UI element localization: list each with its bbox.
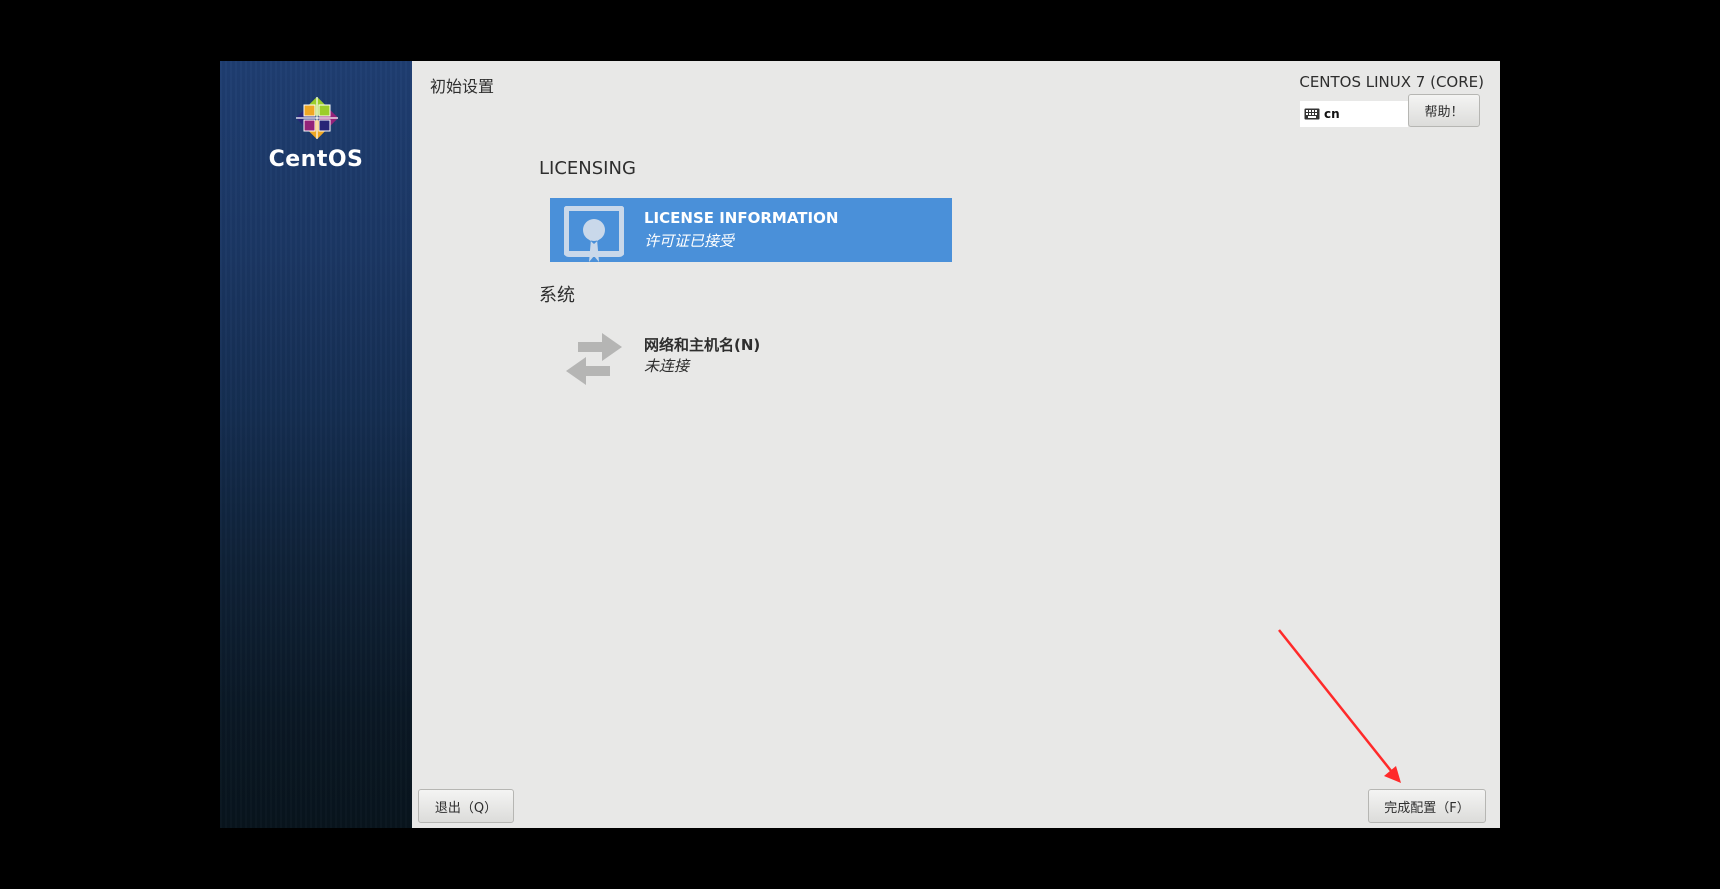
keyboard-icon — [1304, 108, 1320, 120]
finish-button-label: 完成配置（F） — [1384, 800, 1470, 816]
keyboard-layout-indicator[interactable]: cn — [1300, 101, 1408, 127]
finish-configuration-button[interactable]: 完成配置（F） — [1368, 789, 1486, 823]
spoke-title: LICENSE INFORMATION — [644, 209, 839, 227]
quit-button[interactable]: 退出（Q） — [418, 789, 514, 823]
distro-label: CENTOS LINUX 7 (CORE) — [1299, 73, 1484, 91]
keyboard-layout-label: cn — [1324, 107, 1340, 121]
help-button[interactable]: 帮助！ — [1408, 94, 1480, 127]
section-heading-system: 系统 — [539, 285, 575, 306]
spoke-license-information[interactable]: LICENSE INFORMATION 许可证已接受 — [550, 198, 952, 262]
quit-button-label: 退出（Q） — [434, 800, 498, 816]
centos-logo-text: CentOS — [268, 147, 364, 172]
main-panel: 初始设置 CENTOS LINUX 7 (CORE) cn 帮助！ LICENS… — [412, 61, 1500, 828]
spoke-status: 许可证已接受 — [644, 232, 735, 250]
sidebar: CentOS — [220, 61, 412, 828]
certificate-icon — [564, 206, 624, 262]
spoke-status: 未连接 — [644, 357, 690, 375]
page-title: 初始设置 — [430, 77, 495, 96]
installer-window: CentOS 初始设置 CENTOS LINUX 7 (CORE) cn 帮助！… — [220, 61, 1500, 828]
spoke-title: 网络和主机名(N) — [644, 336, 761, 354]
network-arrows-icon — [566, 333, 622, 385]
help-button-label: 帮助！ — [1424, 105, 1464, 120]
section-heading-licensing: LICENSING — [539, 158, 636, 179]
spoke-network-hostname[interactable]: 网络和主机名(N) 未连接 — [550, 323, 952, 387]
centos-logo-icon — [295, 96, 339, 140]
